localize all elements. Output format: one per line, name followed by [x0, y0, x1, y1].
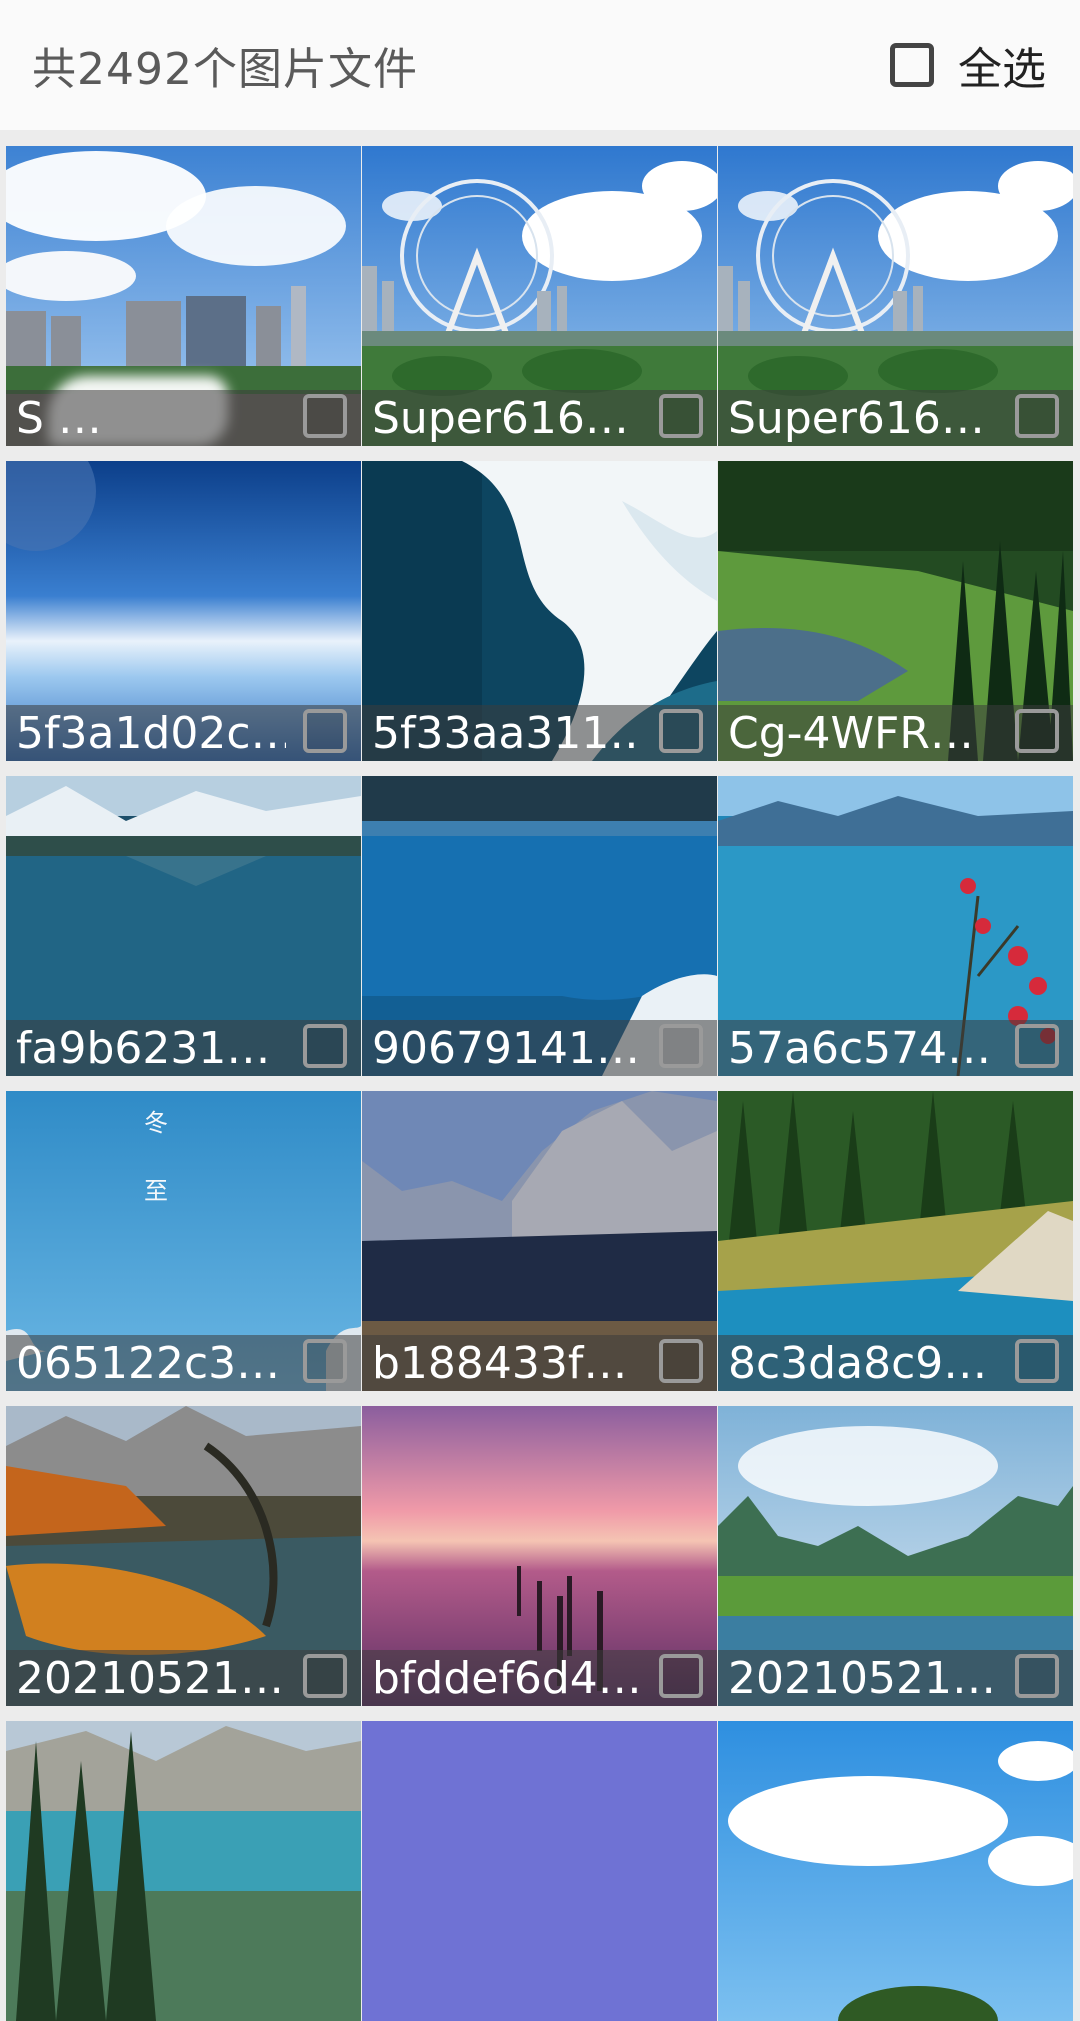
filename-label: Super616… — [372, 392, 629, 444]
filename-label: 5f3a1d02c… — [16, 707, 286, 759]
tile-select-checkbox[interactable] — [659, 1654, 703, 1698]
thumbnail-image[interactable] — [718, 1721, 1073, 2021]
image-tile[interactable] — [6, 1721, 361, 2021]
filename-label: bfddef6d4… — [372, 1652, 642, 1704]
image-overlay-text: 冬 — [144, 1109, 168, 1137]
thumbnail-image[interactable] — [362, 1721, 717, 2021]
image-overlay-text: 至 — [144, 1177, 168, 1205]
image-tile[interactable]: 90679141… — [362, 776, 717, 1076]
tile-select-checkbox[interactable] — [659, 1339, 703, 1383]
filename-label: 065122c3… — [16, 1337, 281, 1389]
image-tile[interactable] — [718, 1721, 1073, 2021]
image-tile[interactable]: 57a6c574… — [718, 776, 1073, 1076]
image-tile[interactable]: 冬至 065122c3… — [6, 1091, 361, 1391]
select-all-checkbox[interactable] — [890, 43, 934, 87]
tile-select-checkbox[interactable] — [659, 1024, 703, 1068]
tile-select-checkbox[interactable] — [303, 709, 347, 753]
tile-select-checkbox[interactable] — [659, 394, 703, 438]
tile-select-checkbox[interactable] — [303, 1024, 347, 1068]
filename-label: 20210521… — [728, 1652, 996, 1704]
tile-select-checkbox[interactable] — [1015, 1024, 1059, 1068]
tile-select-checkbox[interactable] — [303, 1654, 347, 1698]
thumbnail-image[interactable] — [6, 1721, 361, 2021]
tile-select-checkbox[interactable] — [1015, 394, 1059, 438]
image-tile[interactable]: Super616… — [362, 146, 717, 446]
filename-label: 8c3da8c9… — [728, 1337, 988, 1389]
filename-label: 90679141… — [372, 1022, 640, 1074]
tile-select-checkbox[interactable] — [303, 1339, 347, 1383]
tile-select-checkbox[interactable] — [659, 709, 703, 753]
tile-select-checkbox[interactable] — [1015, 709, 1059, 753]
select-all-label[interactable]: 全选 — [958, 33, 1046, 97]
image-tile[interactable]: 5f3a1d02c… — [6, 461, 361, 761]
image-tile[interactable]: S … — [6, 146, 361, 446]
filename-label: b188433f… — [372, 1337, 628, 1389]
filename-label: Super616… — [728, 392, 985, 444]
image-tile[interactable]: b188433f… — [362, 1091, 717, 1391]
file-count-text: 共2492个图片文件 — [32, 44, 418, 95]
tile-select-checkbox[interactable] — [1015, 1339, 1059, 1383]
filename-label: 5f33aa311… — [372, 707, 642, 759]
top-bar: 共2492个图片文件 全选 — [0, 0, 1080, 130]
select-all-control[interactable]: 全选 — [890, 33, 1046, 97]
tile-select-checkbox[interactable] — [1015, 1654, 1059, 1698]
image-tile[interactable]: 5f33aa311… — [362, 461, 717, 761]
filename-label: 57a6c574… — [728, 1022, 992, 1074]
filename-label: fa9b6231… — [16, 1022, 271, 1074]
image-tile[interactable]: Cg-4WFR… — [718, 461, 1073, 761]
image-tile[interactable]: 20210521… — [6, 1406, 361, 1706]
image-tile[interactable]: fa9b6231… — [6, 776, 361, 1076]
filename-label: S … — [16, 392, 102, 444]
tile-select-checkbox[interactable] — [303, 394, 347, 438]
filename-label: Cg-4WFR… — [728, 707, 974, 759]
image-tile[interactable]: 8c3da8c9… — [718, 1091, 1073, 1391]
image-grid: S … Super616… Super616… 5f3a1d02c… 5f33a… — [6, 146, 1074, 2021]
image-tile[interactable]: bfddef6d4… — [362, 1406, 717, 1706]
image-tile[interactable]: Super616… — [718, 146, 1073, 446]
image-tile[interactable] — [362, 1721, 717, 2021]
filename-label: 20210521… — [16, 1652, 284, 1704]
image-tile[interactable]: 20210521… — [718, 1406, 1073, 1706]
